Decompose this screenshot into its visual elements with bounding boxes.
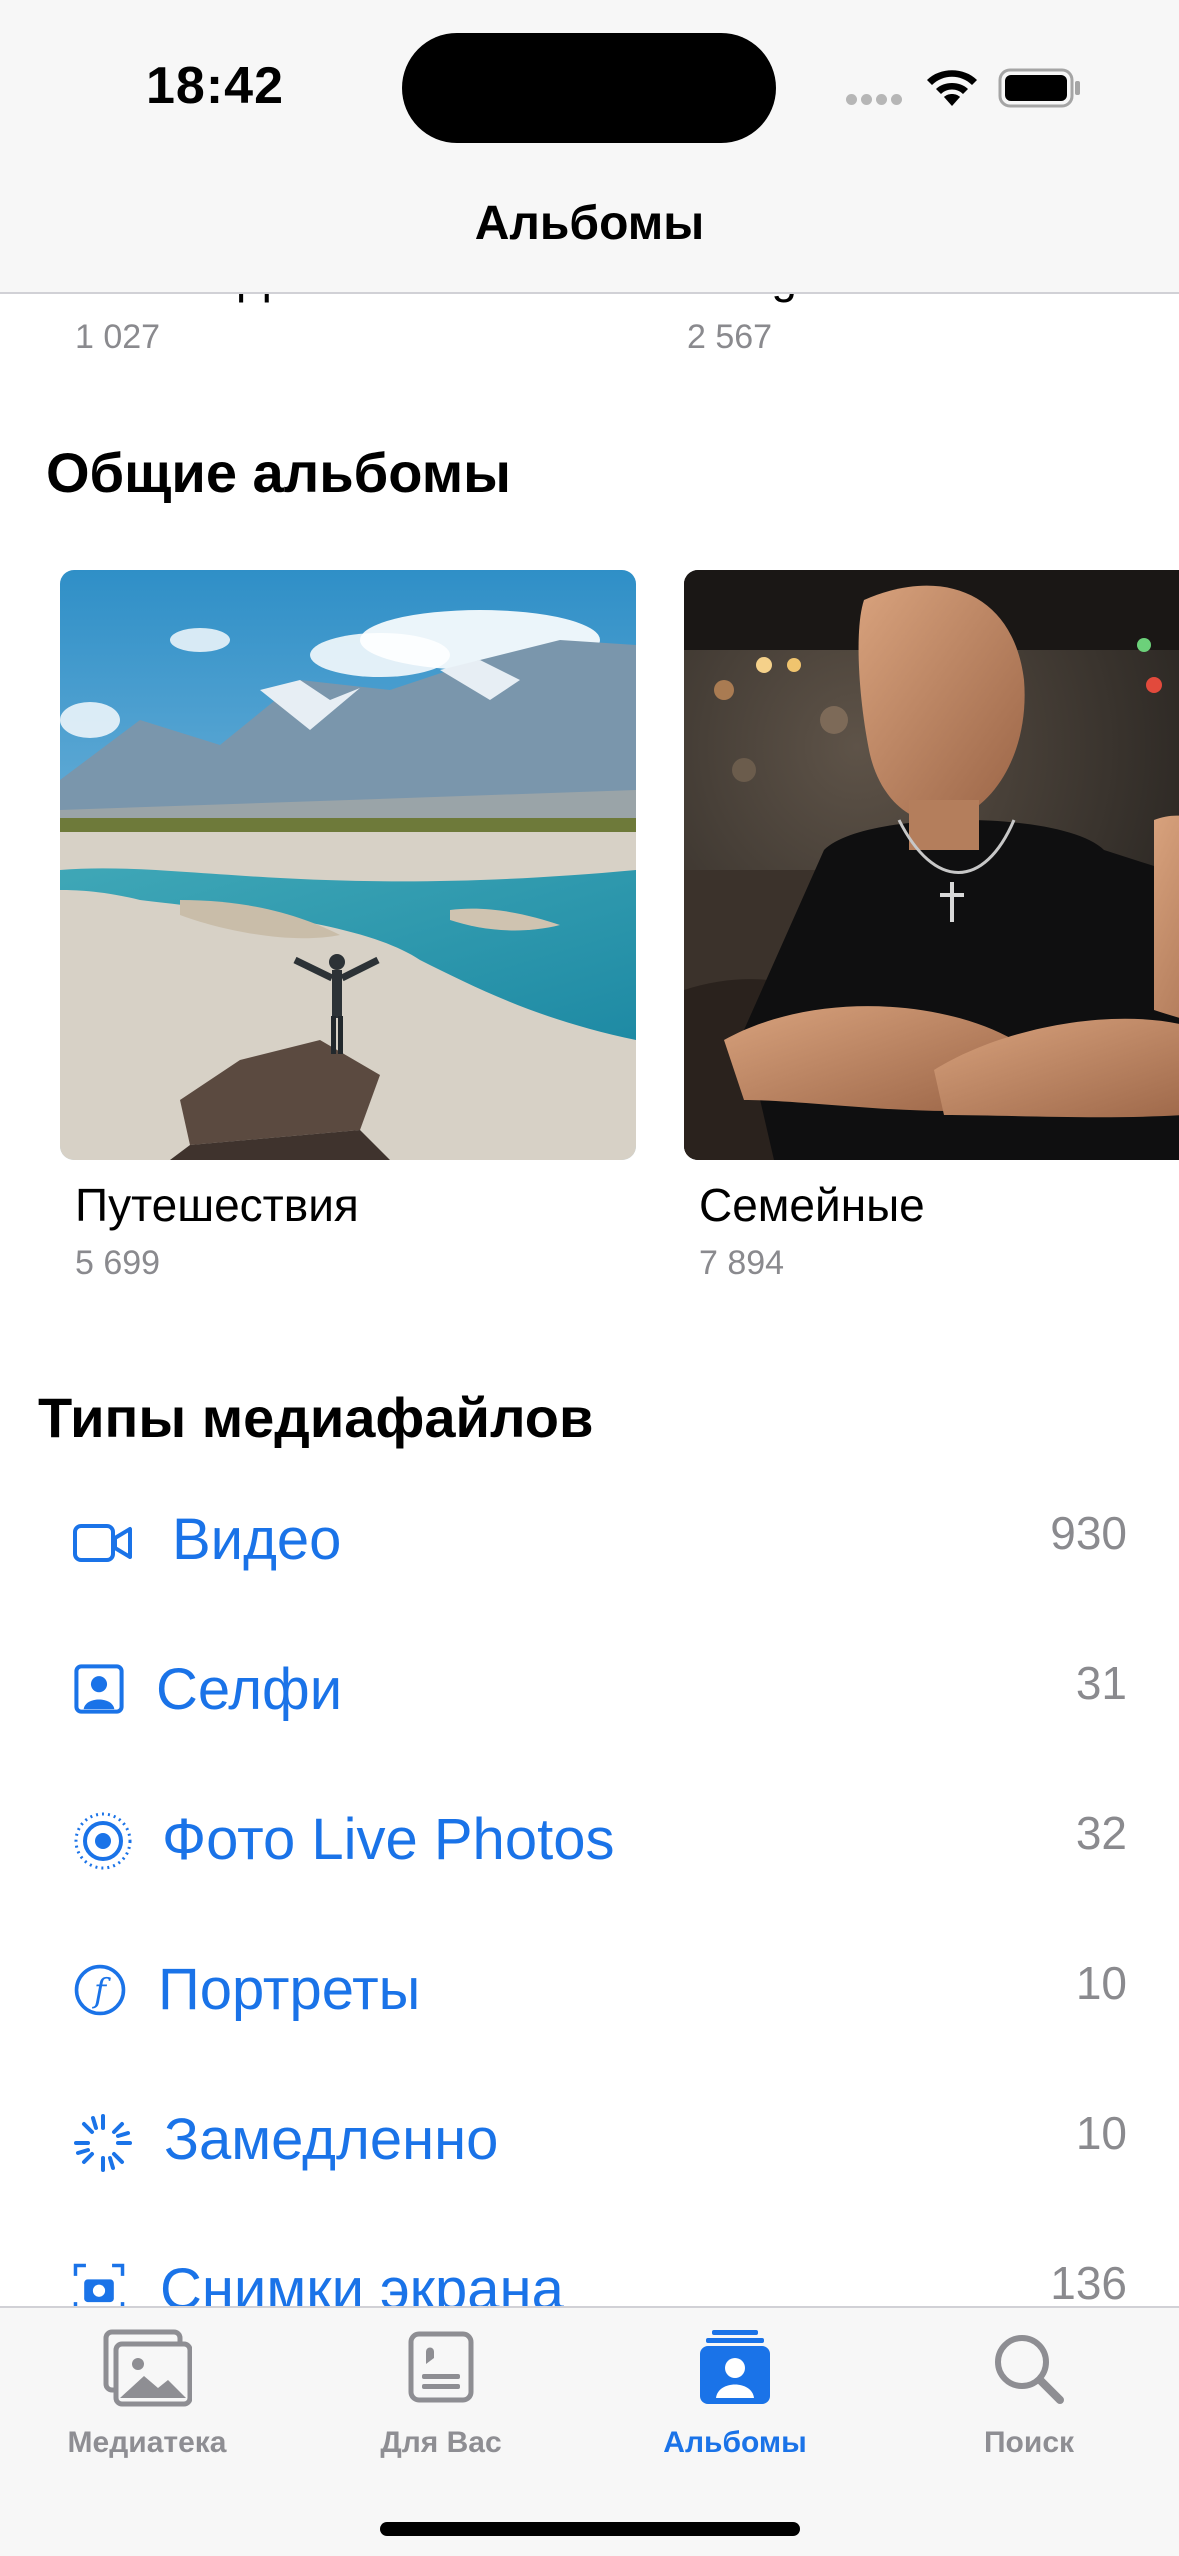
for-you-icon	[408, 2331, 474, 2403]
screenshot-icon	[73, 2263, 125, 2306]
photo-library-icon	[103, 2329, 192, 2407]
tab-label: Альбомы	[663, 2426, 807, 2459]
album-count: 7 894	[699, 1244, 785, 1282]
albums-scroll-view[interactable]: WhatsApp 1 027 Telegram 2 567 Общие альб…	[0, 0, 1179, 2306]
media-type-portraits[interactable]: f Портреты 10	[0, 1957, 1179, 2110]
tab-label: Поиск	[983, 2426, 1075, 2459]
media-types-title: Типы медиафайлов	[38, 1386, 594, 1449]
media-type-count: 930	[1050, 1507, 1127, 1559]
shared-albums-title: Общие альбомы	[46, 441, 511, 504]
media-type-selfies[interactable]: Селфи 31	[0, 1657, 1179, 1810]
search-icon	[995, 2335, 1064, 2404]
album-count: 1 027	[75, 318, 161, 356]
navigation-header: 18:42 Альбомы	[0, 0, 1179, 294]
media-type-slow-motion[interactable]: Замедленно 10	[0, 2107, 1179, 2260]
status-time: 18:42	[146, 57, 284, 115]
album-name: Семейные	[699, 1179, 925, 1231]
dynamic-island	[402, 33, 776, 143]
album-cover	[684, 570, 1179, 1160]
page-title: Альбомы	[474, 197, 705, 250]
media-type-label: Замедленно	[164, 2107, 499, 2172]
media-type-count: 32	[1075, 1807, 1127, 1859]
media-type-count: 10	[1075, 1957, 1127, 2009]
tab-albums[interactable]: Альбомы	[588, 2308, 882, 2498]
tab-label: Медиатека	[67, 2426, 227, 2459]
battery-icon	[998, 68, 1080, 108]
live-photo-icon	[74, 1812, 132, 1870]
media-type-label: Видео	[172, 1507, 342, 1572]
slow-motion-icon	[74, 2114, 132, 2172]
media-type-label: Селфи	[156, 1657, 343, 1722]
tab-library[interactable]: Медиатека	[0, 2308, 294, 2498]
album-count: 2 567	[687, 318, 773, 356]
media-type-count: 136	[1050, 2257, 1127, 2306]
media-type-live-photos[interactable]: Фото Live Photos 32	[0, 1807, 1179, 1960]
home-indicator[interactable]	[380, 2522, 800, 2536]
tab-search[interactable]: Поиск	[882, 2308, 1176, 2498]
media-type-label: Портреты	[158, 1957, 421, 2022]
album-cover	[60, 570, 636, 1160]
album-name: Путешествия	[75, 1179, 359, 1231]
media-type-count: 31	[1075, 1657, 1127, 1709]
tab-bar: Медиатека Для Вас Альбомы Поиск	[0, 2306, 1179, 2556]
media-type-count: 10	[1075, 2107, 1127, 2159]
media-type-label: Снимки экрана	[160, 2257, 564, 2306]
tab-label: Для Вас	[380, 2426, 502, 2459]
svg-text:f: f	[92, 1972, 111, 2010]
tab-for-you[interactable]: Для Вас	[294, 2308, 588, 2498]
selfie-icon	[74, 1664, 124, 1714]
album-count: 5 699	[75, 1244, 161, 1282]
wifi-icon	[927, 70, 977, 106]
albums-icon	[700, 2330, 770, 2404]
shared-album-family[interactable]: Семейные 7 894	[684, 570, 1179, 1283]
media-type-video[interactable]: Видео 930	[0, 1507, 1179, 1660]
shared-album-travel[interactable]: Путешествия 5 699	[60, 570, 636, 1283]
media-type-label: Фото Live Photos	[162, 1807, 615, 1872]
media-type-screenshots[interactable]: Снимки экрана 136	[0, 2257, 1179, 2306]
portrait-icon: f	[74, 1964, 126, 2016]
cellular-signal-icon	[846, 94, 904, 106]
video-icon	[73, 1524, 132, 1562]
